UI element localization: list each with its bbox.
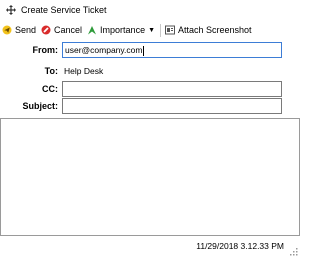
toolbar: Send Cancel Importance ▼ Attach Screensh… — [0, 21, 300, 39]
title-bar: Create Service Ticket — [0, 0, 300, 20]
screenshot-icon — [165, 25, 176, 35]
to-label: To: — [44, 66, 58, 76]
chevron-down-icon: ▼ — [148, 26, 156, 34]
cc-row: CC: — [0, 81, 300, 97]
importance-label: Importance — [100, 25, 146, 35]
send-label: Send — [15, 25, 37, 35]
status-bar: 11/29/2018 3.12.33 PM — [0, 238, 300, 258]
cc-field[interactable] — [62, 81, 282, 97]
attach-screenshot-label: Attach Screenshot — [178, 25, 252, 35]
to-value: Help Desk — [64, 66, 104, 76]
timestamp: 11/29/2018 3.12.33 PM — [196, 241, 284, 251]
subject-row: Subject: — [0, 98, 300, 114]
cancel-icon — [41, 25, 51, 35]
importance-dropdown[interactable]: Importance ▼ — [85, 22, 158, 38]
resize-grip-icon[interactable] — [288, 246, 298, 256]
from-label: From: — [32, 45, 59, 55]
text-cursor — [143, 45, 145, 56]
subject-field[interactable] — [62, 98, 282, 114]
from-value: user@company.com — [65, 45, 143, 55]
create-service-ticket-window: Create Service Ticket Send Cancel Import… — [0, 0, 300, 258]
flag-icon — [88, 26, 97, 35]
to-row: To: Help Desk — [0, 63, 300, 79]
subject-label: Subject: — [22, 101, 58, 111]
attach-screenshot-button[interactable]: Attach Screenshot — [163, 22, 255, 38]
toolbar-separator — [160, 23, 162, 37]
move-arrows-icon — [6, 5, 16, 15]
send-button[interactable]: Send — [0, 22, 39, 38]
send-icon — [2, 25, 12, 35]
window-title: Create Service Ticket — [21, 5, 107, 15]
from-row: From: user@company.com — [0, 42, 300, 58]
from-field[interactable]: user@company.com — [62, 42, 282, 58]
message-body-textarea[interactable] — [0, 118, 300, 236]
cc-label: CC: — [42, 84, 58, 94]
cancel-label: Cancel — [54, 25, 83, 35]
cancel-button[interactable]: Cancel — [39, 22, 85, 38]
